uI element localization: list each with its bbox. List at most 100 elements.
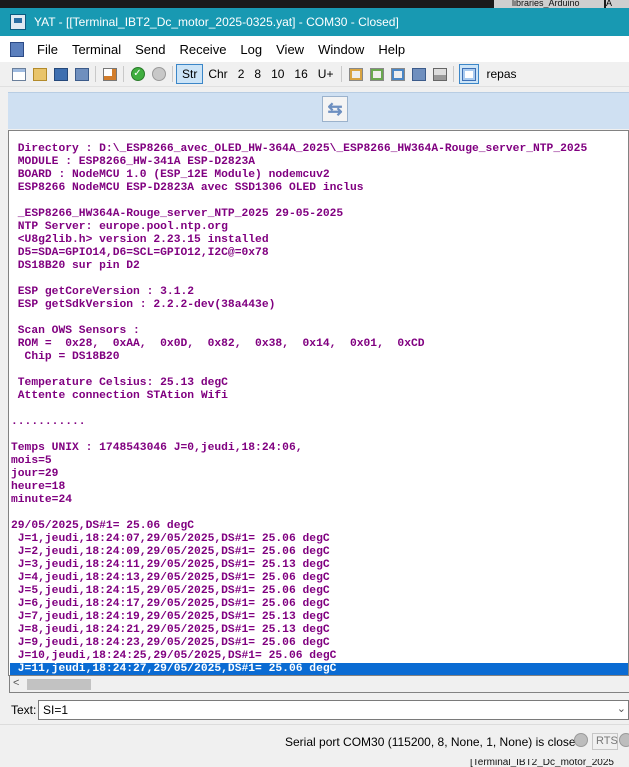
send-text-value: SI=1 <box>43 703 69 717</box>
toolbar-separator <box>453 66 455 82</box>
terminal-line[interactable]: J=3,jeudi,18:24:11,29/05/2025,DS#1= 25.1… <box>10 559 628 572</box>
scroll-left-icon[interactable]: < <box>13 677 19 689</box>
terminal-line[interactable]: Directory : D:\_ESP8266_avec_OLED_HW-364… <box>10 143 628 156</box>
save-to-file-button[interactable] <box>410 66 427 83</box>
terminal-line[interactable] <box>10 403 628 416</box>
open-button[interactable] <box>31 66 48 83</box>
save-icon <box>53 67 68 81</box>
terminal-line[interactable]: J=2,jeudi,18:24:09,29/05/2025,DS#1= 25.0… <box>10 546 628 559</box>
terminal-line[interactable]: D5=SDA=GPIO14,D6=SCL=GPIO12,I2C@=0x78 <box>10 247 628 260</box>
bottom-strip: [Terminal_IBT2_Dc_motor_2025 <box>0 759 629 767</box>
terminal-line[interactable]: ESP getSdkVersion : 2.2.2-dev(38a443e) <box>10 299 628 312</box>
terminal-line[interactable]: ESP8266 NodeMCU ESP-D2823A avec SSD1306 … <box>10 182 628 195</box>
terminal-line[interactable]: NTP Server: europe.pool.ntp.org <box>10 221 628 234</box>
copy-button[interactable] <box>389 66 406 83</box>
terminal-settings-button[interactable] <box>101 66 118 83</box>
menu-send[interactable]: Send <box>130 42 174 57</box>
new-terminal-button[interactable] <box>10 66 27 83</box>
terminal-line[interactable]: minute=24 <box>10 494 628 507</box>
gear-icon <box>369 67 384 81</box>
print-button[interactable] <box>431 66 448 83</box>
taskbar-strip: libraries_Arduino A <box>0 0 629 8</box>
toolbar-separator <box>95 66 96 82</box>
title-bar: YAT - [[Terminal_IBT2_Dc_motor_2025-0325… <box>0 8 629 36</box>
save-to-file-icon <box>411 67 426 81</box>
format-settings-button[interactable] <box>347 66 364 83</box>
swap-arrows-icon[interactable]: ⇆ <box>322 96 348 122</box>
terminal-line[interactable]: J=4,jeudi,18:24:13,29/05/2025,DS#1= 25.0… <box>10 572 628 585</box>
terminal-line[interactable]: J=1,jeudi,18:24:07,29/05/2025,DS#1= 25.0… <box>10 533 628 546</box>
send-receive-panel: ⇆ <box>8 92 629 129</box>
save-button[interactable] <box>52 66 69 83</box>
chevron-down-icon[interactable]: ⌄ <box>617 702 626 715</box>
terminal-line[interactable] <box>10 273 628 286</box>
terminal-line[interactable]: BOARD : NodeMCU 1.0 (ESP_12E Module) nod… <box>10 169 628 182</box>
terminal-line[interactable]: J=10,jeudi,18:24:25,29/05/2025,DS#1= 25.… <box>10 650 628 663</box>
open-port-button[interactable]: ✓ <box>129 66 146 83</box>
menu-window[interactable]: Window <box>313 42 373 57</box>
terminal-line[interactable]: Chip = DS18B20 <box>10 351 628 364</box>
radix-char-button[interactable]: Chr <box>203 64 232 84</box>
terminal-line[interactable]: ........... <box>10 416 628 429</box>
terminal-line[interactable]: J=6,jeudi,18:24:17,29/05/2025,DS#1= 25.0… <box>10 598 628 611</box>
scrollbar-thumb[interactable] <box>27 679 91 690</box>
terminal-line[interactable] <box>10 364 628 377</box>
find-pattern-text[interactable]: repas <box>481 64 521 84</box>
radix-string-button[interactable]: Str <box>176 64 204 84</box>
copy-icon <box>390 67 405 81</box>
terminal-monitor[interactable]: Directory : D:\_ESP8266_avec_OLED_HW-364… <box>8 130 629 676</box>
radix-unicode-button[interactable]: U+ <box>313 64 339 84</box>
terminal-line[interactable]: DS18B20 sur pin D2 <box>10 260 628 273</box>
menu-bar: File Terminal Send Receive Log View Wind… <box>0 36 629 62</box>
radix-8-button[interactable]: 8 <box>249 64 266 84</box>
terminal-line[interactable]: jour=29 <box>10 468 628 481</box>
document-icon[interactable] <box>10 41 24 57</box>
terminal-line[interactable]: ROM = 0x28, 0xAA, 0x0D, 0x82, 0x38, 0x14… <box>10 338 628 351</box>
terminal-lines: Directory : D:\_ESP8266_avec_OLED_HW-364… <box>10 143 628 675</box>
window-title: YAT - [[Terminal_IBT2_Dc_motor_2025-0325… <box>34 15 399 29</box>
find-button[interactable] <box>459 64 480 84</box>
terminal-line[interactable]: mois=5 <box>10 455 628 468</box>
horizontal-scrollbar[interactable]: < <box>9 676 629 693</box>
terminal-line[interactable]: _ESP8266_HW364A-Rouge_server_NTP_2025 29… <box>10 208 628 221</box>
status-bar: Serial port COM30 (115200, 8, None, 1, N… <box>0 724 629 760</box>
predefined-button[interactable] <box>368 66 385 83</box>
menu-receive[interactable]: Receive <box>174 42 235 57</box>
cts-led <box>619 733 629 747</box>
terminal-line[interactable]: J=8,jeudi,18:24:21,29/05/2025,DS#1= 25.1… <box>10 624 628 637</box>
rts-indicator[interactable]: RTS <box>592 733 618 750</box>
terminal-line[interactable]: Temps UNIX : 1748543046 J=0,jeudi,18:24:… <box>10 442 628 455</box>
terminal-line[interactable] <box>10 312 628 325</box>
menu-file[interactable]: File <box>32 42 67 57</box>
port-status-text: Serial port COM30 (115200, 8, None, 1, N… <box>285 735 583 749</box>
stop-icon <box>151 67 166 81</box>
terminal-line[interactable]: Temperature Celsius: 25.13 degC <box>10 377 628 390</box>
terminal-line[interactable]: J=5,jeudi,18:24:15,29/05/2025,DS#1= 25.0… <box>10 585 628 598</box>
terminal-line[interactable]: J=9,jeudi,18:24:23,29/05/2025,DS#1= 25.0… <box>10 637 628 650</box>
save-all-button[interactable] <box>73 66 90 83</box>
radix-16-button[interactable]: 16 <box>289 64 312 84</box>
terminal-line[interactable] <box>10 507 628 520</box>
terminal-line[interactable]: heure=18 <box>10 481 628 494</box>
background-window-tab-2[interactable]: A <box>606 0 629 8</box>
radix-10-button[interactable]: 10 <box>266 64 289 84</box>
radix-2-button[interactable]: 2 <box>233 64 250 84</box>
background-window-tab[interactable]: libraries_Arduino <box>494 0 604 8</box>
terminal-line[interactable]: ESP getCoreVersion : 3.1.2 <box>10 286 628 299</box>
terminal-line[interactable]: <U8g2lib.h> version 2.23.15 installed <box>10 234 628 247</box>
menu-help[interactable]: Help <box>373 42 414 57</box>
menu-terminal[interactable]: Terminal <box>67 42 130 57</box>
terminal-line[interactable] <box>10 195 628 208</box>
send-text-input[interactable]: SI=1 ⌄ <box>38 700 629 720</box>
terminal-line-selected[interactable]: J=11,jeudi,18:24:27,29/05/2025,DS#1= 25.… <box>10 663 628 675</box>
terminal-line[interactable]: J=7,jeudi,18:24:19,29/05/2025,DS#1= 25.1… <box>10 611 628 624</box>
terminal-line[interactable] <box>10 429 628 442</box>
menu-log[interactable]: Log <box>235 42 271 57</box>
terminal-line[interactable]: Attente connection STAtion Wifi <box>10 390 628 403</box>
close-port-button[interactable] <box>150 66 167 83</box>
terminal-line[interactable]: MODULE : ESP8266_HW-341A ESP-D2823A <box>10 156 628 169</box>
menu-view[interactable]: View <box>271 42 313 57</box>
find-icon <box>462 67 477 81</box>
terminal-line[interactable]: 29/05/2025,DS#1= 25.06 degC <box>10 520 628 533</box>
terminal-line[interactable]: Scan OWS Sensors : <box>10 325 628 338</box>
